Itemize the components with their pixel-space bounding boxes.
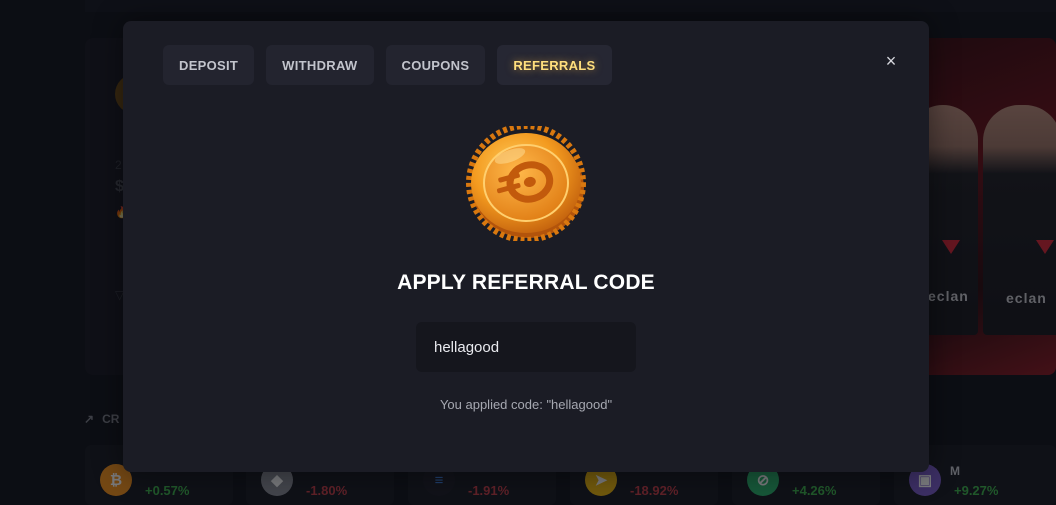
tab-referrals[interactable]: REFERRALS bbox=[497, 45, 612, 85]
close-icon[interactable]: × bbox=[883, 52, 899, 70]
tab-withdraw[interactable]: WITHDRAW bbox=[266, 45, 374, 85]
gold-coin-icon bbox=[466, 123, 586, 243]
tab-deposit[interactable]: DEPOSIT bbox=[163, 45, 255, 85]
tab-coupons[interactable]: COUPONS bbox=[385, 45, 486, 85]
modal-heading: APPLY REFERRAL CODE bbox=[397, 271, 655, 294]
wallet-modal: DEPOSIT WITHDRAW COUPONS REFERRALS × APP… bbox=[123, 21, 929, 472]
applied-code-message: You applied code: "hellagood" bbox=[439, 397, 613, 412]
modal-tabs: DEPOSIT WITHDRAW COUPONS REFERRALS bbox=[163, 45, 612, 85]
referral-code-input[interactable] bbox=[416, 322, 636, 372]
